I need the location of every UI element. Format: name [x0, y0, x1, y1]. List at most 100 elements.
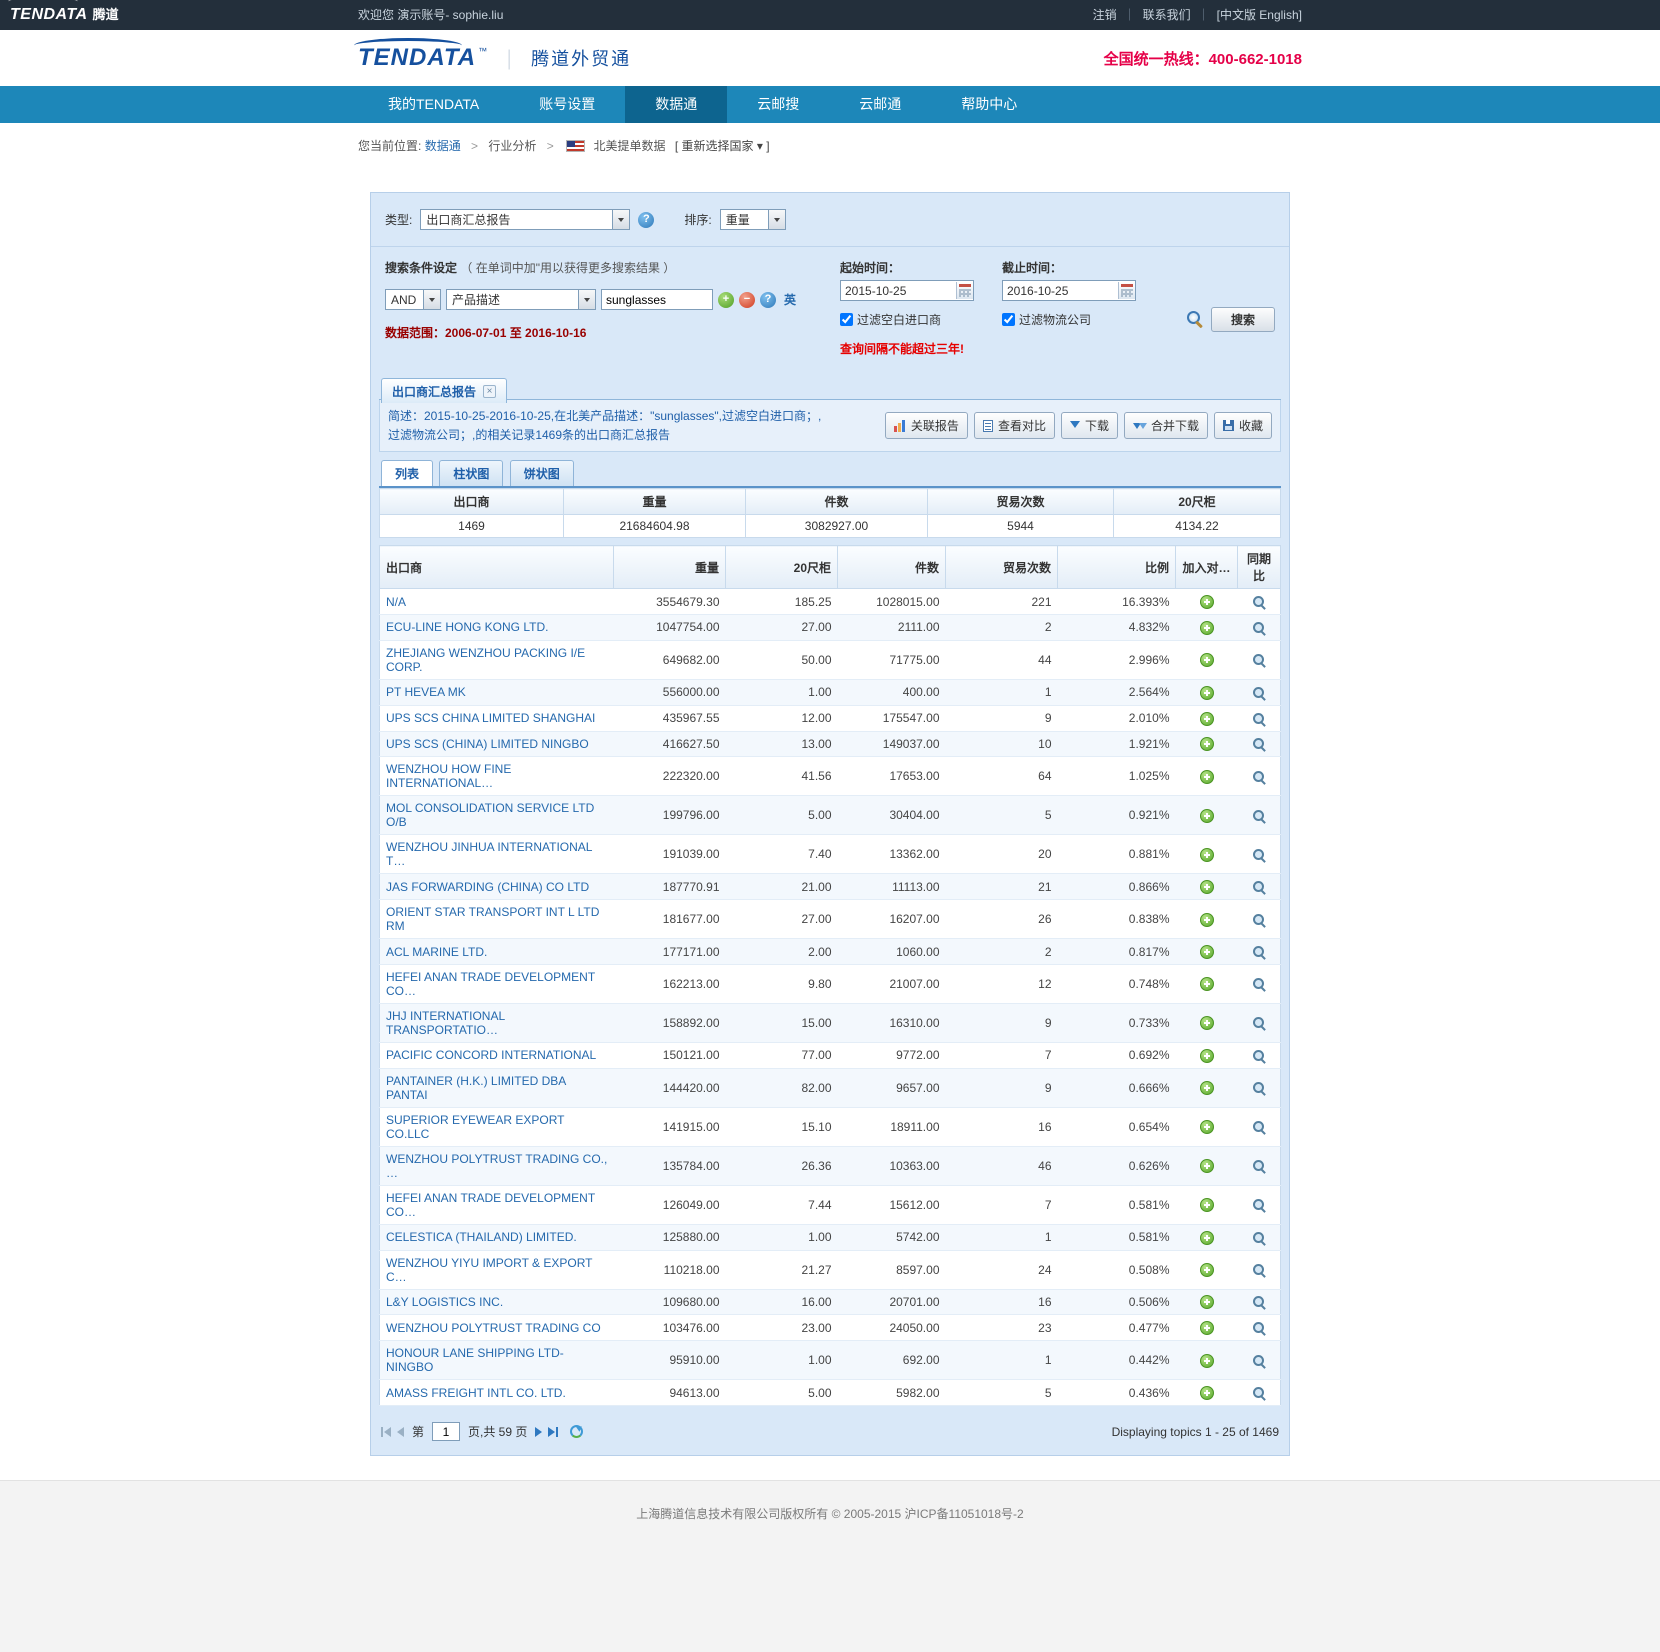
- add-to-compare-icon[interactable]: [1200, 977, 1214, 991]
- exporter-name-link[interactable]: PT HEVEA MK: [386, 685, 466, 699]
- add-to-compare-icon[interactable]: [1200, 712, 1214, 726]
- same-period-magnifier-icon[interactable]: [1252, 737, 1266, 751]
- exporter-name-link[interactable]: UPS SCS CHINA LIMITED SHANGHAI: [386, 711, 595, 725]
- same-period-magnifier-icon[interactable]: [1252, 1120, 1266, 1134]
- nav-data-center[interactable]: 数据通: [625, 86, 727, 123]
- last-page-icon[interactable]: [548, 1425, 558, 1439]
- sort-select[interactable]: 重量: [720, 209, 786, 230]
- exporter-name-link[interactable]: JAS FORWARDING (CHINA) CO LTD: [386, 880, 589, 894]
- exporter-name-link[interactable]: MOL CONSOLIDATION SERVICE LTD O/B: [386, 801, 594, 829]
- same-period-magnifier-icon[interactable]: [1252, 595, 1266, 609]
- same-period-magnifier-icon[interactable]: [1252, 848, 1266, 862]
- add-to-compare-icon[interactable]: [1200, 653, 1214, 667]
- condition-help-icon[interactable]: [760, 292, 776, 308]
- exporter-name-link[interactable]: WENZHOU JINHUA INTERNATIONAL T…: [386, 840, 592, 868]
- same-period-magnifier-icon[interactable]: [1252, 1159, 1266, 1173]
- same-period-magnifier-icon[interactable]: [1252, 1321, 1266, 1335]
- exporter-name-link[interactable]: WENZHOU YIYU IMPORT & EXPORT C…: [386, 1256, 592, 1284]
- page-number-input[interactable]: [432, 1422, 460, 1441]
- add-to-compare-icon[interactable]: [1200, 1386, 1214, 1400]
- exporter-name-link[interactable]: WENZHOU HOW FINE INTERNATIONAL…: [386, 762, 511, 790]
- same-period-magnifier-icon[interactable]: [1252, 1386, 1266, 1400]
- exporter-name-link[interactable]: WENZHOU POLYTRUST TRADING CO: [386, 1321, 601, 1335]
- nav-help-center[interactable]: 帮助中心: [931, 86, 1047, 123]
- start-date-field[interactable]: 2015-10-25: [840, 280, 974, 301]
- report-tab[interactable]: 出口商汇总报告 ×: [381, 378, 507, 403]
- exporter-name-link[interactable]: ACL MARINE LTD.: [386, 945, 487, 959]
- add-to-compare-icon[interactable]: [1200, 737, 1214, 751]
- add-to-compare-icon[interactable]: [1200, 1049, 1214, 1063]
- exporter-name-link[interactable]: WENZHOU POLYTRUST TRADING CO., …: [386, 1152, 607, 1180]
- start-date-calendar-icon[interactable]: [956, 282, 973, 299]
- breadcrumb-link-data-center[interactable]: 数据通: [425, 139, 461, 153]
- same-period-magnifier-icon[interactable]: [1252, 686, 1266, 700]
- reselect-country-link[interactable]: [ 重新选择国家 ▾ ]: [675, 139, 770, 153]
- exporter-name-link[interactable]: SUPERIOR EYEWEAR EXPORT CO.LLC: [386, 1113, 564, 1141]
- refresh-icon[interactable]: [570, 1425, 583, 1438]
- add-to-compare-icon[interactable]: [1200, 1016, 1214, 1030]
- same-period-magnifier-icon[interactable]: [1252, 945, 1266, 959]
- exporter-name-link[interactable]: N/A: [386, 595, 406, 609]
- add-to-compare-icon[interactable]: [1200, 1321, 1214, 1335]
- tab-list-view[interactable]: 列表: [381, 460, 433, 486]
- same-period-magnifier-icon[interactable]: [1252, 1295, 1266, 1309]
- boolean-operator-select[interactable]: AND: [385, 289, 441, 310]
- filter-blank-importer-option[interactable]: 过滤空白进口商: [840, 311, 974, 328]
- language-switch-link[interactable]: [中文版 English]: [1217, 8, 1302, 22]
- nav-cloud-mail[interactable]: 云邮通: [829, 86, 931, 123]
- add-to-compare-icon[interactable]: [1200, 595, 1214, 609]
- report-type-select[interactable]: 出口商汇总报告: [420, 209, 630, 230]
- exporter-name-link[interactable]: CELESTICA (THAILAND) LIMITED.: [386, 1230, 577, 1244]
- same-period-magnifier-icon[interactable]: [1252, 1354, 1266, 1368]
- next-page-icon[interactable]: [535, 1425, 542, 1439]
- filter-logistics-option[interactable]: 过滤物流公司: [1002, 311, 1136, 328]
- add-to-compare-icon[interactable]: [1200, 1231, 1214, 1245]
- type-help-icon[interactable]: [638, 212, 654, 228]
- add-to-compare-icon[interactable]: [1200, 686, 1214, 700]
- end-date-field[interactable]: 2016-10-25: [1002, 280, 1136, 301]
- filter-blank-importer-checkbox[interactable]: [840, 313, 853, 326]
- same-period-magnifier-icon[interactable]: [1252, 653, 1266, 667]
- add-to-compare-icon[interactable]: [1200, 1159, 1214, 1173]
- add-to-compare-icon[interactable]: [1200, 1354, 1214, 1368]
- add-to-compare-icon[interactable]: [1200, 1263, 1214, 1277]
- exporter-name-link[interactable]: HEFEI ANAN TRADE DEVELOPMENT CO…: [386, 970, 595, 998]
- exporter-name-link[interactable]: JHJ INTERNATIONAL TRANSPORTATIO…: [386, 1009, 505, 1037]
- same-period-magnifier-icon[interactable]: [1252, 809, 1266, 823]
- logout-link[interactable]: 注销: [1093, 8, 1117, 22]
- english-toggle-link[interactable]: 英: [784, 291, 796, 308]
- same-period-magnifier-icon[interactable]: [1252, 1081, 1266, 1095]
- same-period-magnifier-icon[interactable]: [1252, 880, 1266, 894]
- add-to-compare-icon[interactable]: [1200, 1120, 1214, 1134]
- search-field-select[interactable]: 产品描述: [446, 289, 596, 310]
- exporter-name-link[interactable]: ECU-LINE HONG KONG LTD.: [386, 620, 548, 634]
- exporter-name-link[interactable]: PANTAINER (H.K.) LIMITED DBA PANTAI: [386, 1074, 566, 1102]
- exporter-name-link[interactable]: PACIFIC CONCORD INTERNATIONAL: [386, 1048, 596, 1062]
- keyword-input[interactable]: [601, 289, 713, 310]
- remove-condition-icon[interactable]: [739, 292, 755, 308]
- nav-my-tendata[interactable]: 我的TENDATA: [358, 86, 509, 123]
- merge-download-button[interactable]: 合并下载: [1124, 412, 1208, 439]
- prev-page-icon[interactable]: [397, 1425, 404, 1439]
- add-to-compare-icon[interactable]: [1200, 913, 1214, 927]
- add-to-compare-icon[interactable]: [1200, 848, 1214, 862]
- favorite-button[interactable]: 收藏: [1214, 412, 1272, 439]
- add-to-compare-icon[interactable]: [1200, 809, 1214, 823]
- exporter-name-link[interactable]: ZHEJIANG WENZHOU PACKING I/E CORP.: [386, 646, 585, 674]
- add-condition-icon[interactable]: [718, 292, 734, 308]
- close-tab-icon[interactable]: ×: [483, 385, 496, 398]
- end-date-calendar-icon[interactable]: [1118, 282, 1135, 299]
- same-period-magnifier-icon[interactable]: [1252, 1016, 1266, 1030]
- view-compare-button[interactable]: 查看对比: [974, 412, 1055, 439]
- same-period-magnifier-icon[interactable]: [1252, 1198, 1266, 1212]
- add-to-compare-icon[interactable]: [1200, 945, 1214, 959]
- nav-account-settings[interactable]: 账号设置: [509, 86, 625, 123]
- first-page-icon[interactable]: [381, 1425, 391, 1439]
- same-period-magnifier-icon[interactable]: [1252, 1263, 1266, 1277]
- tab-pie-chart-view[interactable]: 饼状图: [510, 460, 574, 486]
- exporter-name-link[interactable]: HEFEI ANAN TRADE DEVELOPMENT CO…: [386, 1191, 595, 1219]
- related-report-button[interactable]: 关联报告: [885, 412, 968, 439]
- same-period-magnifier-icon[interactable]: [1252, 1231, 1266, 1245]
- same-period-magnifier-icon[interactable]: [1252, 621, 1266, 635]
- same-period-magnifier-icon[interactable]: [1252, 977, 1266, 991]
